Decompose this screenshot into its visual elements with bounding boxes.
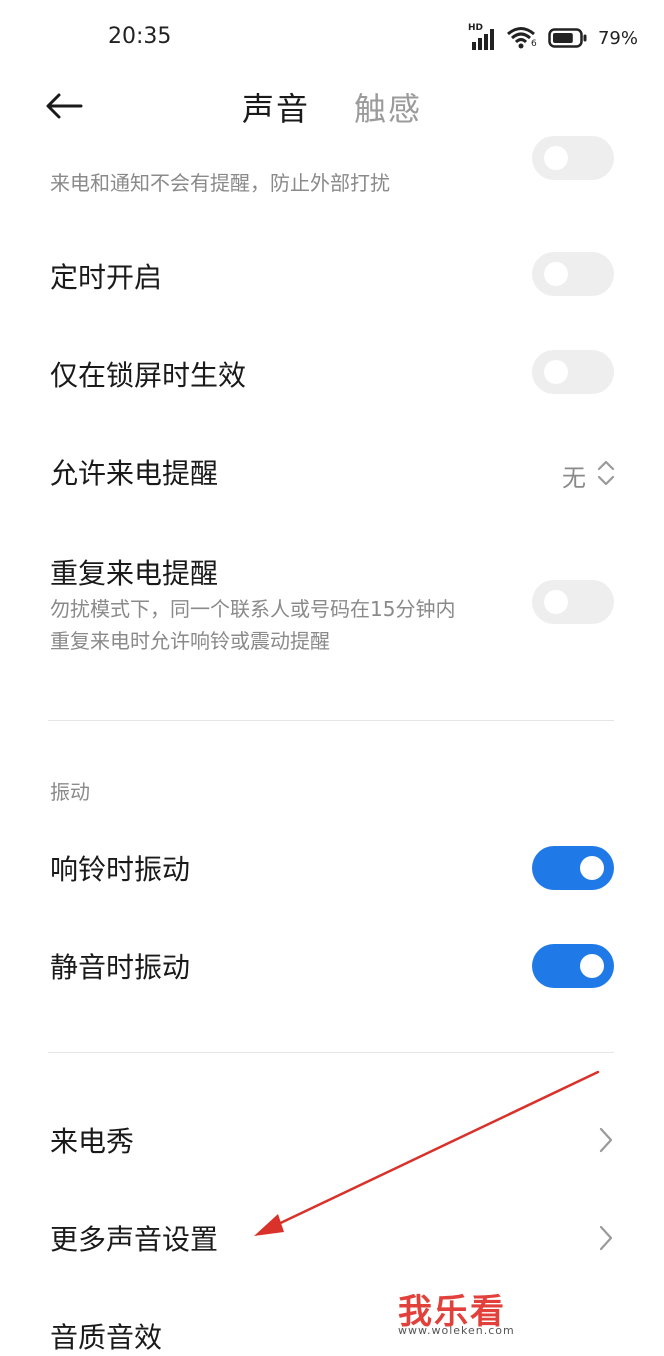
section-divider	[48, 1052, 614, 1053]
lockscreen-only-toggle[interactable]	[532, 350, 614, 394]
toggle-knob	[580, 954, 604, 978]
silent-vibrate-toggle[interactable]	[532, 944, 614, 988]
status-bar: 20:35 HD 6 79%	[0, 0, 664, 78]
silent-vibrate-title: 静音时振动	[50, 951, 191, 984]
repeat-calls-row[interactable]: 重复来电提醒 勿扰模式下，同一个联系人或号码在15分钟内 重复来电时允许响铃或震…	[0, 548, 664, 668]
toggle-knob	[580, 856, 604, 880]
scheduled-toggle[interactable]	[532, 252, 614, 296]
toggle-knob	[544, 590, 568, 614]
battery-icon	[548, 27, 588, 49]
watermark: 我乐看 www.woleken.com	[398, 1284, 528, 1340]
scheduled-title: 定时开启	[50, 261, 163, 294]
repeat-calls-subtitle-line2: 重复来电时允许响铃或震动提醒	[50, 629, 330, 653]
tab-sound[interactable]: 声音	[242, 84, 310, 130]
status-icons: HD 6 79%	[468, 23, 638, 52]
tab-haptic[interactable]: 触感	[354, 84, 422, 130]
toggle-knob	[544, 262, 568, 286]
ring-vibrate-toggle[interactable]	[532, 846, 614, 890]
watermark-url: www.woleken.com	[398, 1324, 515, 1337]
dnd-toggle[interactable]	[532, 136, 614, 180]
header: 声音 触感	[0, 78, 664, 138]
allow-calls-row[interactable]: 允许来电提醒 无	[0, 444, 664, 502]
battery-percent: 79%	[597, 27, 638, 49]
sound-quality-row[interactable]: 音质音效	[0, 1308, 664, 1356]
status-time: 20:35	[108, 24, 172, 49]
caller-show-row[interactable]: 来电秀	[0, 1112, 664, 1170]
allow-calls-value: 无	[562, 464, 586, 492]
chevron-right-icon	[599, 1225, 613, 1251]
repeat-calls-toggle[interactable]	[532, 580, 614, 624]
back-arrow-icon	[46, 93, 83, 119]
repeat-calls-title: 重复来电提醒	[50, 557, 219, 590]
updown-chevron-icon	[597, 460, 615, 486]
allow-calls-title: 允许来电提醒	[50, 457, 219, 490]
signal-icon: HD	[468, 23, 498, 51]
lockscreen-only-title: 仅在锁屏时生效	[50, 359, 247, 392]
lockscreen-only-row[interactable]: 仅在锁屏时生效	[0, 346, 664, 404]
caller-show-title: 来电秀	[50, 1125, 135, 1158]
chevron-right-icon	[599, 1127, 613, 1153]
section-divider	[48, 720, 614, 721]
ring-vibrate-row[interactable]: 响铃时振动	[0, 840, 664, 898]
dnd-subtitle: 来电和通知不会有提醒，防止外部打扰	[50, 171, 390, 195]
silent-vibrate-row[interactable]: 静音时振动	[0, 938, 664, 996]
more-sound-settings-title: 更多声音设置	[50, 1223, 219, 1256]
toggle-knob	[544, 360, 568, 384]
sound-quality-title: 音质音效	[50, 1321, 163, 1354]
ring-vibrate-title: 响铃时振动	[50, 853, 191, 886]
more-sound-settings-row[interactable]: 更多声音设置	[0, 1210, 664, 1268]
wifi-badge: 6	[530, 39, 537, 49]
scheduled-row[interactable]: 定时开启	[0, 248, 664, 306]
wifi-icon: 6	[506, 25, 540, 51]
vibration-section-label: 振动	[50, 780, 90, 804]
repeat-calls-subtitle-line1: 勿扰模式下，同一个联系人或号码在15分钟内	[50, 597, 456, 621]
dnd-row[interactable]: 来电和通知不会有提醒，防止外部打扰	[0, 136, 664, 218]
back-button[interactable]	[44, 88, 88, 124]
settings-screen: 20:35 HD 6 79% 声音 触感 来电和通知不会有提醒，防止外部打扰 定…	[0, 0, 664, 1356]
toggle-knob	[544, 146, 568, 170]
